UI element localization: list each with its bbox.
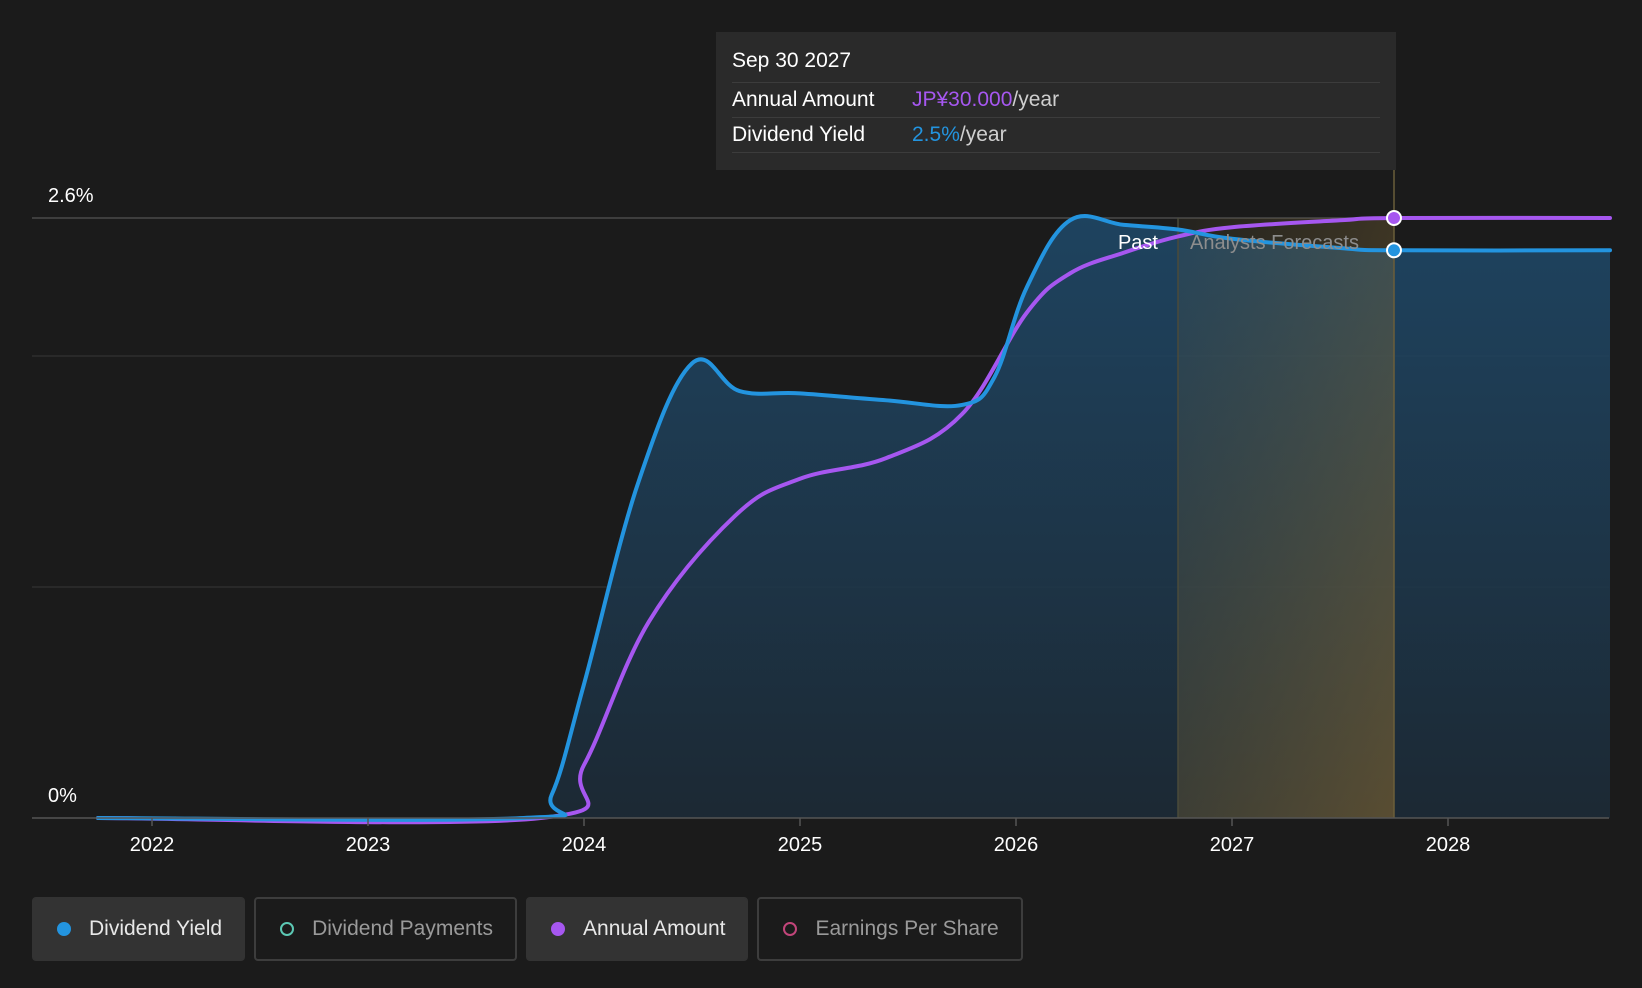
tooltip-annual-label: Annual Amount — [732, 88, 875, 111]
x-tick-label: 2027 — [1210, 834, 1255, 856]
tooltip-yield-label: Dividend Yield — [732, 123, 866, 146]
tooltip-annual-value: JP¥30.000 — [912, 88, 1013, 111]
x-tick-label: 2025 — [778, 834, 823, 856]
legend: Dividend Yield Dividend Payments Annual … — [32, 897, 1023, 961]
forecast-label: Analysts Forecasts — [1190, 232, 1359, 254]
legend-annual-amount[interactable]: Annual Amount — [526, 897, 749, 961]
x-tick-label: 2026 — [994, 834, 1039, 856]
legend-dividend-yield-label: Dividend Yield — [89, 917, 223, 940]
legend-earnings-per-share-dot — [783, 922, 798, 936]
legend-dividend-payments-dot — [280, 922, 295, 936]
forecast-band — [1177, 170, 1395, 818]
dividend-yield-marker — [1386, 242, 1402, 259]
tooltip: Sep 30 2027 Annual Amount JP¥30.000/year… — [716, 32, 1396, 170]
tooltip-yield-unit: /year — [959, 123, 1007, 146]
past-label: Past — [1118, 232, 1158, 254]
legend-dividend-payments[interactable]: Dividend Payments — [254, 897, 518, 961]
legend-earnings-per-share[interactable]: Earnings Per Share — [757, 897, 1023, 961]
x-tick-label: 2028 — [1426, 834, 1471, 856]
tooltip-date: Sep 30 2027 — [732, 46, 1380, 83]
x-tick-label: 2022 — [130, 834, 175, 856]
y-axis-bottom-label: 0% — [48, 785, 77, 807]
y-axis-top-label: 2.6% — [48, 185, 94, 207]
x-tick-label: 2024 — [562, 834, 607, 856]
tooltip-annual-row: Annual Amount JP¥30.000/year — [732, 83, 1380, 118]
legend-dividend-payments-label: Dividend Payments — [312, 917, 494, 940]
legend-earnings-per-share-label: Earnings Per Share — [815, 917, 999, 940]
tooltip-yield-value: 2.5% — [912, 123, 960, 146]
annual-amount-marker — [1386, 210, 1402, 226]
x-tick-label: 2023 — [346, 834, 391, 856]
legend-dividend-yield[interactable]: Dividend Yield — [32, 897, 246, 961]
tooltip-annual-unit: /year — [1012, 88, 1060, 111]
forecast-region — [1178, 218, 1394, 818]
legend-dividend-yield-dot — [57, 922, 71, 936]
legend-annual-amount-label: Annual Amount — [583, 917, 726, 940]
tooltip-yield-row: Dividend Yield 2.5%/year — [732, 118, 1380, 153]
legend-annual-amount-dot — [551, 922, 566, 936]
axes: 2022 2023 2024 2025 2026 2027 2028 — [32, 817, 1609, 856]
